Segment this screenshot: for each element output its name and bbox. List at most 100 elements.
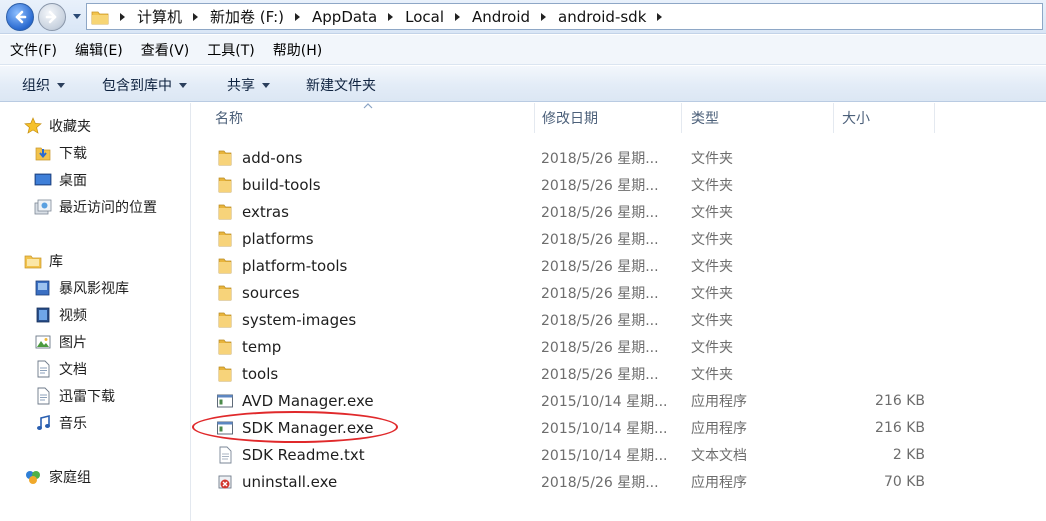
file-name-cell[interactable]: system-images [216,306,356,333]
nav-favorites[interactable]: 收藏夹 [24,116,91,136]
breadcrumb-android-sdk[interactable]: android-sdk [558,8,646,26]
file-name-cell[interactable]: temp [216,333,281,360]
nav-item-label: 图片 [59,335,87,351]
nav-libraries[interactable]: 库 [24,251,63,271]
nav-item-thunder-downloads[interactable]: 迅雷下载 [34,386,115,406]
recent-pages-dropdown-icon[interactable] [72,11,82,21]
share-button[interactable]: 共享 [227,75,270,95]
file-size [834,198,925,225]
folder-icon [216,203,242,221]
file-name-cell[interactable]: SDK Readme.txt [216,441,365,468]
file-date: 2018/5/26 星期... [541,204,659,221]
nav-homegroup-label: 家庭组 [49,470,91,486]
folder-icon [216,149,242,167]
file-row[interactable]: build-tools 2018/5/26 星期... 文件夹 [192,171,1046,198]
download-folder-icon [35,147,51,161]
breadcrumb-appdata[interactable]: AppData [312,8,377,26]
file-name: platforms [242,229,314,248]
menu-help[interactable]: 帮助(H) [273,40,322,60]
breadcrumb-local[interactable]: Local [405,8,444,26]
nav-item-documents[interactable]: 文档 [34,359,87,379]
include-in-library-button[interactable]: 包含到库中 [102,75,187,95]
file-name-cell[interactable]: platform-tools [216,252,347,279]
file-name-cell[interactable]: tools [216,360,278,387]
nav-item-pictures[interactable]: 图片 [34,332,87,352]
include-in-library-label: 包含到库中 [102,78,172,94]
file-name-cell[interactable]: build-tools [216,171,321,198]
file-row[interactable]: extras 2018/5/26 星期... 文件夹 [192,198,1046,225]
new-folder-button[interactable]: 新建文件夹 [306,75,376,95]
file-row[interactable]: add-ons 2018/5/26 星期... 文件夹 [192,144,1046,171]
file-row[interactable]: platform-tools 2018/5/26 星期... 文件夹 [192,252,1046,279]
organize-button[interactable]: 组织 [22,75,65,95]
nav-item-music[interactable]: 音乐 [34,413,87,433]
file-date: 2015/10/14 星期... [541,393,668,410]
column-header-date[interactable]: 修改日期 [532,103,682,133]
column-header-type[interactable]: 类型 [681,103,834,133]
folder-icon [216,257,242,275]
chevron-right-icon[interactable] [454,12,462,22]
file-name-cell[interactable]: SDK Manager.exe [216,414,373,441]
nav-homegroup[interactable]: 家庭组 [24,467,91,487]
chevron-right-icon[interactable] [192,12,200,22]
file-row[interactable]: AVD Manager.exe 2015/10/14 星期... 应用程序 216 K… [192,387,1046,414]
column-header-size[interactable]: 大小 [832,103,935,133]
file-row[interactable]: platforms 2018/5/26 星期... 文件夹 [192,225,1046,252]
breadcrumb-volume[interactable]: 新加卷 (F:) [210,6,284,27]
file-name-cell[interactable]: extras [216,198,289,225]
nav-item-downloads[interactable]: 下载 [34,143,87,163]
file-name: platform-tools [242,256,348,275]
nav-item-label: 桌面 [59,173,87,189]
chevron-right-icon[interactable] [540,12,548,22]
file-date: 2018/5/26 星期... [541,312,659,329]
caret-down-icon [262,82,270,88]
file-date: 2015/10/14 星期... [541,420,668,437]
chevron-right-icon[interactable] [294,12,302,22]
file-name-cell[interactable]: platforms [216,225,314,252]
forward-button[interactable] [38,3,66,31]
file-row[interactable]: system-images 2018/5/26 星期... 文件夹 [192,306,1046,333]
file-name-cell[interactable]: add-ons [216,144,302,171]
file-row[interactable]: sources 2018/5/26 星期... 文件夹 [192,279,1046,306]
file-row[interactable]: temp 2018/5/26 星期... 文件夹 [192,333,1046,360]
caret-down-icon [57,82,65,88]
film-icon [36,307,50,323]
file-row[interactable]: tools 2018/5/26 星期... 文件夹 [192,360,1046,387]
nav-item-videos[interactable]: 视频 [34,305,87,325]
folder-icon [216,365,242,383]
file-name: build-tools [242,175,321,194]
file-type: 文件夹 [691,312,733,329]
menu-view[interactable]: 查看(V) [141,40,190,60]
file-size [834,333,925,360]
file-row[interactable]: uninstall.exe 2018/5/26 星期... 应用程序 70 KB [192,468,1046,495]
nav-item-baofeng-library[interactable]: 暴风影视库 [34,278,129,298]
file-name: extras [242,202,289,221]
file-row[interactable]: SDK Manager.exe 2015/10/14 星期... 应用程序 216 K… [192,411,1046,443]
nav-item-recent-places[interactable]: 最近访问的位置 [34,197,157,217]
file-type: 文件夹 [691,366,733,383]
file-name: AVD Manager.exe [242,391,374,410]
file-date: 2015/10/14 星期... [541,447,668,464]
back-button[interactable] [6,3,34,31]
menu-tools[interactable]: 工具(T) [207,40,254,60]
chevron-right-icon[interactable] [656,12,664,22]
nav-item-desktop[interactable]: 桌面 [34,170,87,190]
file-row[interactable]: SDK Readme.txt 2015/10/14 星期... 文本文档 2 KB [192,441,1046,468]
file-name-cell[interactable]: sources [216,279,300,306]
nav-item-label: 视频 [59,308,87,324]
menu-edit[interactable]: 编辑(E) [75,40,123,60]
column-header-name[interactable]: 名称 [205,103,535,133]
chevron-right-icon[interactable] [387,12,395,22]
breadcrumb-android[interactable]: Android [472,8,530,26]
chevron-right-icon[interactable] [119,12,127,22]
file-size: 70 KB [883,473,925,490]
desktop-icon [34,173,52,186]
organize-label: 组织 [22,78,50,94]
music-icon [37,414,50,430]
menu-file[interactable]: 文件(F) [10,40,57,60]
file-name: SDK Readme.txt [242,445,365,464]
file-name-cell[interactable]: AVD Manager.exe [216,387,374,414]
file-name-cell[interactable]: uninstall.exe [216,468,337,495]
address-breadcrumb[interactable]: 计算机 新加卷 (F:) AppData Local Android andro… [86,3,1043,30]
breadcrumb-computer[interactable]: 计算机 [137,6,182,27]
